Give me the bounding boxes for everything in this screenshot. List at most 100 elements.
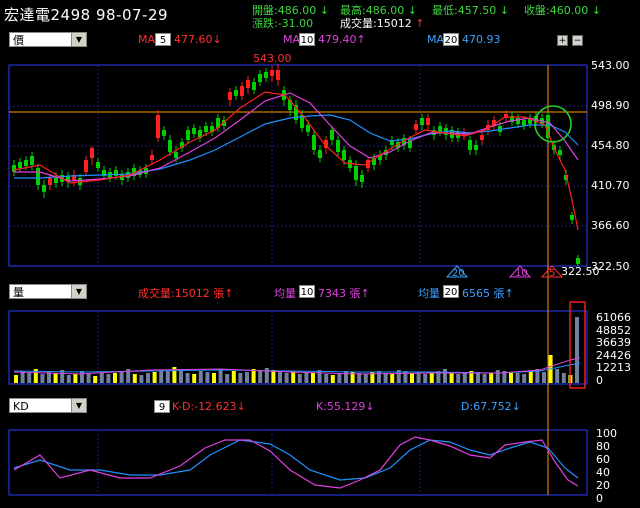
candle-body [360, 175, 364, 182]
kd-axis: 100 80 60 40 20 0 [596, 427, 617, 505]
ma20-marker-label: 20 [452, 268, 465, 279]
stock-chart-canvas[interactable]: 543.00 498.90 454.80 410.70 366.60 322.5… [0, 0, 640, 508]
ma5-marker-label: 5 [549, 268, 555, 279]
volume-bar [515, 373, 520, 383]
volume-bar [555, 369, 560, 383]
volume-bar [238, 373, 243, 383]
volume-bar [297, 374, 302, 383]
volume-axis-label: 61066 [596, 311, 631, 324]
volume-bar [410, 373, 414, 383]
price-axis-label: 366.60 [591, 219, 630, 232]
price-axis: 543.00 498.90 454.80 410.70 366.60 322.5… [591, 59, 630, 273]
candle-body [192, 128, 196, 134]
volume-bar [482, 374, 487, 383]
candle-body [36, 168, 40, 185]
volume-bar [330, 375, 335, 383]
volume-bar [383, 373, 388, 383]
volume-bar [278, 372, 282, 383]
kd-axis-label: 100 [596, 427, 617, 440]
candle-body [342, 150, 346, 160]
current-marker-value: 322.50 [561, 265, 600, 278]
volume-bar [258, 371, 263, 383]
volume-bar [152, 372, 157, 383]
volume-bar [489, 373, 494, 383]
candle-body [228, 92, 232, 100]
volume-bar [53, 373, 58, 383]
candle-body [162, 130, 166, 136]
candle-body [330, 130, 334, 140]
candlestick-series [12, 64, 580, 266]
volume-axis: 61066 48852 36639 24426 12213 0 [596, 311, 631, 387]
volume-bar [218, 370, 223, 383]
volume-bar [324, 374, 329, 383]
volume-bar [225, 374, 230, 383]
candle-body [204, 126, 208, 132]
volume-bar [14, 375, 18, 383]
candle-body [426, 118, 430, 125]
volume-avg20-line [13, 362, 581, 374]
volume-bar [198, 371, 203, 383]
price-axis-label: 498.90 [591, 99, 630, 112]
candle-body [570, 215, 574, 220]
volume-bar [337, 373, 342, 383]
kd-axis-label: 60 [596, 453, 610, 466]
volume-bar [462, 373, 467, 383]
candle-body [258, 74, 262, 82]
volume-axis-label: 12213 [596, 361, 631, 374]
volume-bar [212, 373, 216, 383]
volume-bar [357, 373, 362, 383]
volume-bar [456, 374, 461, 383]
volume-bar [509, 372, 513, 383]
volume-bar [377, 371, 381, 383]
candle-body [336, 140, 340, 152]
volume-bar [179, 369, 183, 383]
volume-bar [561, 373, 566, 383]
ma10-marker-label: 10 [515, 268, 528, 279]
candle-body [246, 80, 250, 88]
volume-bar [146, 373, 150, 383]
candle-body [156, 115, 160, 138]
candle-body [420, 118, 424, 125]
volume-axis-label: 36639 [596, 336, 631, 349]
candle-body [150, 155, 154, 160]
volume-bar [271, 370, 276, 383]
candle-body [516, 118, 520, 124]
candle-body [306, 125, 310, 132]
volume-bar [113, 373, 117, 383]
price-panel-frame [8, 64, 588, 267]
kd-k-line [13, 436, 579, 489]
volume-bar [390, 374, 395, 383]
candle-body [270, 70, 274, 76]
volume-bar [317, 370, 322, 383]
volume-bar [139, 375, 144, 383]
candle-body [438, 126, 442, 132]
volume-bar [106, 374, 111, 383]
kd-axis-label: 20 [596, 479, 610, 492]
candle-body [48, 178, 52, 185]
candle-body [174, 152, 178, 158]
volume-bar [27, 373, 32, 383]
candle-body [276, 70, 280, 80]
volume-bar [119, 371, 124, 383]
volume-bar [495, 370, 500, 383]
volume-bar [192, 374, 197, 383]
candle-body [84, 160, 88, 172]
volume-bar [304, 372, 309, 383]
volume-bar [476, 372, 480, 383]
volume-bar [165, 371, 170, 383]
volume-bar [542, 372, 546, 383]
candle-body [240, 86, 244, 96]
candle-body [96, 162, 100, 168]
candle-body [312, 135, 316, 150]
candle-body [474, 145, 478, 150]
volume-bar [47, 372, 51, 383]
kd-axis-label: 40 [596, 466, 610, 479]
candle-body [468, 140, 472, 150]
volume-bar [80, 371, 84, 383]
candle-body [12, 165, 16, 172]
volume-bar [363, 374, 368, 383]
volume-bar [311, 373, 315, 383]
volume-bar [344, 371, 348, 383]
volume-axis-label: 0 [596, 374, 603, 387]
volume-bar [93, 376, 98, 383]
